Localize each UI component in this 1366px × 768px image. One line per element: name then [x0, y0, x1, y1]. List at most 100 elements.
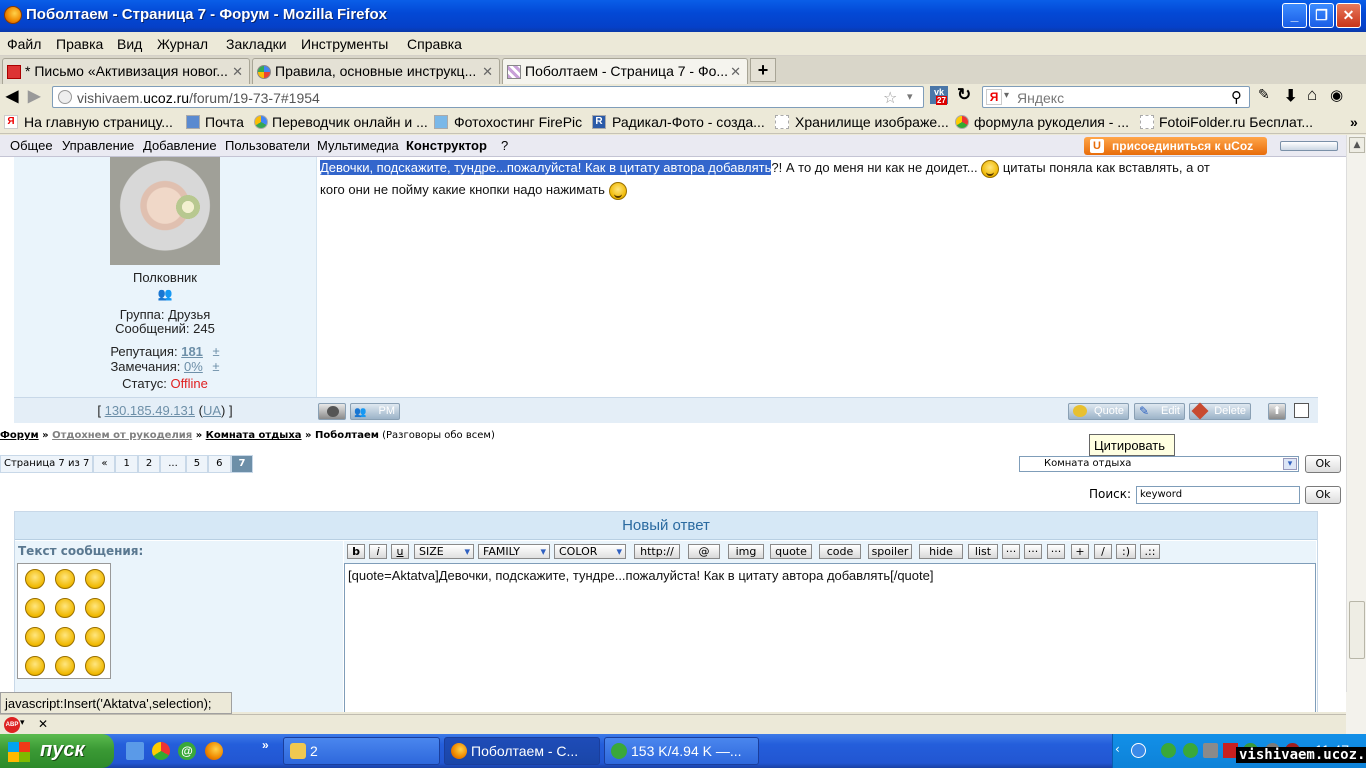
search-icon[interactable]: ⚲: [1231, 88, 1242, 106]
scroll-up-icon[interactable]: ▲: [1349, 137, 1365, 153]
close-icon[interactable]: ✕: [730, 64, 741, 80]
smiley-unsure-icon[interactable]: [25, 627, 45, 647]
adblock-dropdown-icon[interactable]: ▾: [20, 718, 25, 728]
page-5[interactable]: 5: [185, 455, 209, 473]
menu-edit[interactable]: Правка: [56, 36, 103, 52]
bookmark-fotoifolder[interactable]: FotoiFolder.ru Бесплат...: [1159, 114, 1313, 130]
smiley-tongue-icon[interactable]: [25, 656, 45, 676]
profile-button[interactable]: [318, 403, 346, 420]
ucoz-menu-multimedia[interactable]: Мультимедиа: [317, 138, 399, 153]
smiley-shock-icon[interactable]: [85, 627, 105, 647]
page-scrollbar[interactable]: ▲ ▼: [1346, 135, 1366, 712]
more-button-1[interactable]: ···: [1002, 544, 1020, 559]
ucoz-menu-constructor[interactable]: Конструктор: [406, 138, 487, 153]
reputation-vote-link[interactable]: ±: [213, 344, 220, 359]
bookmark-radikal[interactable]: Радикал-Фото - созда...: [612, 114, 765, 130]
smile-button[interactable]: :): [1116, 544, 1136, 559]
task-utorrent[interactable]: 153 K/4.94 K —...: [604, 737, 759, 765]
page-2[interactable]: 2: [137, 455, 161, 473]
spoiler-button[interactable]: spoiler: [868, 544, 912, 559]
network-icon[interactable]: [1131, 743, 1146, 758]
slash-button[interactable]: /: [1094, 544, 1112, 559]
firefox-icon[interactable]: [205, 742, 223, 760]
bookmarks-overflow[interactable]: »: [1350, 114, 1358, 130]
code-button[interactable]: code: [819, 544, 861, 559]
smiley-smile-icon[interactable]: [85, 598, 105, 618]
family-select[interactable]: FAMILY: [478, 544, 550, 559]
ucoz-menu-general[interactable]: Общее: [10, 138, 53, 153]
close-addon-bar-icon[interactable]: ✕: [38, 717, 48, 731]
agent-icon[interactable]: [1161, 743, 1176, 758]
maximize-button[interactable]: ❐: [1309, 3, 1334, 28]
ucoz-join-button[interactable]: U присоединиться к uCoz: [1084, 137, 1267, 155]
forward-icon[interactable]: ▶: [28, 86, 40, 106]
img-button[interactable]: img: [728, 544, 764, 559]
reputation-link[interactable]: 181: [181, 344, 203, 359]
email-button[interactable]: @: [688, 544, 720, 559]
ucoz-menu-users[interactable]: Пользователи: [225, 138, 310, 153]
new-tab-button[interactable]: +: [750, 58, 776, 82]
bold-button[interactable]: b: [347, 544, 365, 559]
engine-dropdown-icon[interactable]: ▾: [1004, 90, 1009, 101]
url-bar[interactable]: vishivaem.ucoz.ru/forum/19-73-7#1954 ☆ ▾: [52, 86, 924, 108]
show-desktop-icon[interactable]: [126, 742, 144, 760]
page-ellipsis[interactable]: ...: [160, 455, 186, 473]
back-icon[interactable]: ◀: [6, 86, 18, 106]
menu-help[interactable]: Справка: [407, 36, 462, 52]
page-prev[interactable]: «: [93, 455, 116, 473]
url-button[interactable]: http://: [634, 544, 680, 559]
tab-rules[interactable]: Правила, основные инструкц... ✕: [252, 58, 500, 84]
dropdown-icon[interactable]: ▾: [907, 90, 913, 103]
country-link[interactable]: UA: [203, 403, 221, 418]
ucoz-menu-help[interactable]: ?: [501, 138, 508, 153]
tab-mail[interactable]: * Письмо «Активизация новог... ✕: [2, 58, 250, 84]
search-box[interactable]: Я ▾ Яндекс ⚲: [982, 86, 1250, 108]
edit-button[interactable]: ✎ Edit: [1134, 403, 1185, 420]
menu-file[interactable]: Файл: [7, 36, 41, 52]
close-icon[interactable]: ✕: [232, 64, 243, 80]
color-select[interactable]: COLOR: [554, 544, 626, 559]
smiley-sad-icon[interactable]: [25, 598, 45, 618]
plus-button[interactable]: +: [1071, 544, 1089, 559]
forum-search-input[interactable]: keyword: [1136, 486, 1300, 504]
breadcrumb-room[interactable]: Комната отдыха: [206, 430, 302, 441]
ip-link[interactable]: 130.185.49.131: [105, 403, 195, 418]
translit-button[interactable]: .::: [1140, 544, 1160, 559]
post-select-checkbox[interactable]: [1294, 403, 1309, 418]
addon-icon[interactable]: ✎: [1258, 87, 1270, 103]
delete-button[interactable]: Delete: [1189, 402, 1251, 420]
bookmark-home[interactable]: На главную страницу...: [24, 114, 173, 130]
italic-button[interactable]: i: [369, 544, 387, 559]
window-titlebar[interactable]: Поболтаем - Страница 7 - Форум - Mozilla…: [0, 0, 1366, 32]
bookmark-firepic[interactable]: Фотохостинг FirePic: [454, 114, 582, 130]
warnings-vote-link[interactable]: ±: [212, 359, 219, 374]
warnings-link[interactable]: 0%: [184, 359, 203, 374]
pm-button[interactable]: 👥 PM: [350, 403, 400, 420]
close-button[interactable]: ✕: [1336, 3, 1361, 28]
star-icon[interactable]: ☆: [883, 88, 897, 107]
jump-ok-button[interactable]: Ok: [1305, 455, 1341, 473]
smiley-wink-icon[interactable]: [55, 598, 75, 618]
bookmark-mail[interactable]: Почта: [205, 114, 244, 130]
ucoz-menu-add[interactable]: Добавление: [143, 138, 217, 153]
more-button-3[interactable]: ···: [1047, 544, 1065, 559]
chevron-down-icon[interactable]: ▾: [1283, 458, 1297, 470]
bookmark-formula[interactable]: формула рукоделия - ...: [974, 114, 1129, 130]
menu-view[interactable]: Вид: [117, 36, 142, 52]
size-select[interactable]: SIZE: [414, 544, 474, 559]
search-ok-button[interactable]: Ok: [1305, 486, 1341, 504]
tray-collapse-icon[interactable]: ‹: [1115, 742, 1129, 758]
smiley-happy-icon[interactable]: [55, 627, 75, 647]
start-button[interactable]: пуск: [0, 734, 114, 768]
minimize-button[interactable]: _: [1282, 3, 1307, 28]
mail-ru-agent-icon[interactable]: @: [178, 742, 196, 760]
menu-history[interactable]: Журнал: [157, 36, 208, 52]
breadcrumb-section[interactable]: Отдохнем от рукоделия: [52, 430, 192, 441]
menu-bookmarks[interactable]: Закладки: [226, 36, 287, 52]
user-avatar[interactable]: [110, 157, 220, 265]
bookmark-translator[interactable]: Переводчик онлайн и ...: [272, 114, 428, 130]
scrollbar-thumb[interactable]: [1349, 601, 1365, 659]
eye-icon[interactable]: ◉: [1330, 86, 1343, 104]
reload-icon[interactable]: ↻: [957, 85, 971, 105]
message-textarea[interactable]: [quote=Aktatva]Девочки, подскажите, тунд…: [344, 563, 1316, 712]
